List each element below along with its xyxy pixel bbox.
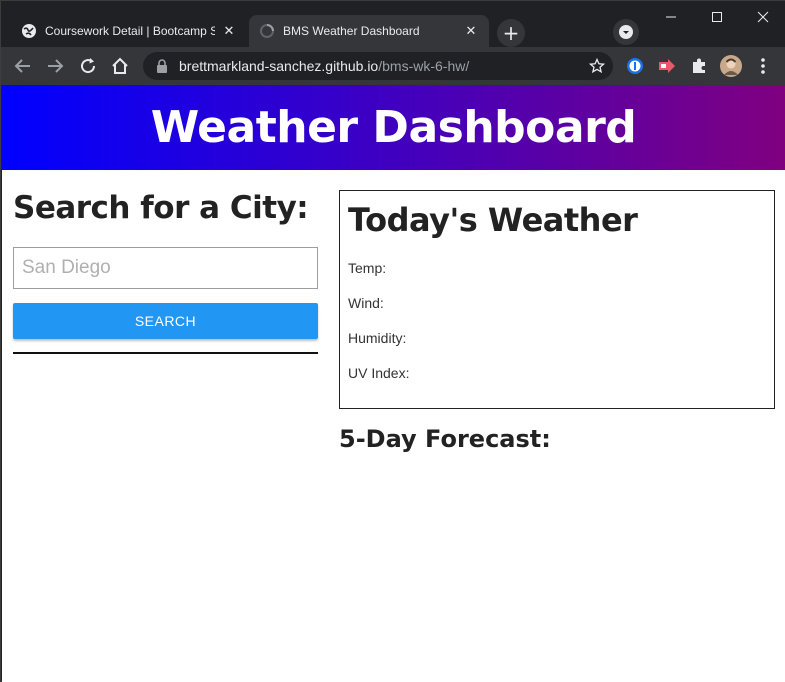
arrow-right-icon [48,59,64,73]
loading-icon [259,23,275,39]
url-text: brettmarkland-sanchez.github.io/bms-wk-6… [179,58,469,74]
url-host: brettmarkland-sanchez.github.io [179,58,379,74]
window-close-button[interactable] [740,1,785,33]
todays-weather-heading: Today's Weather [348,201,638,239]
back-button[interactable] [11,54,35,78]
close-icon[interactable]: ✕ [463,23,479,39]
reload-button[interactable] [76,54,100,78]
forecast-heading: 5-Day Forecast: [339,425,551,453]
chevron-down-icon [619,25,633,39]
lock-icon [155,59,169,73]
puzzle-icon [693,58,705,73]
browser-menu-button[interactable] [751,54,775,78]
maximize-button[interactable] [694,1,740,33]
more-vertical-icon [761,58,765,74]
close-icon[interactable]: ✕ [221,23,237,39]
search-history-divider [13,352,318,354]
profile-avatar[interactable] [719,54,743,78]
onepassword-icon [627,58,643,74]
wind-label: Wind: [348,295,384,311]
city-search-input[interactable] [13,247,318,289]
home-button[interactable] [108,54,132,78]
tab-weather-dashboard[interactable]: BMS Weather Dashboard ✕ [249,15,489,47]
extension-button[interactable] [655,54,679,78]
avatar-icon [720,55,742,77]
reload-icon [81,58,96,74]
search-heading: Search for a City: [13,190,309,226]
minimize-button[interactable] [648,1,694,33]
url-path: /bms-wk-6-hw/ [378,58,470,74]
browser-window: Coursework Detail | Bootcamp Sp ✕ BMS We… [0,0,785,682]
bookmark-star-icon[interactable] [588,57,606,74]
tab-coursework[interactable]: Coursework Detail | Bootcamp Sp ✕ [11,15,247,47]
tab-title: Coursework Detail | Bootcamp Sp [45,24,215,38]
page-viewport: Weather Dashboard Search for a City: SEA… [2,85,785,682]
password-manager-extension[interactable] [623,54,647,78]
page-title: Weather Dashboard [150,102,637,153]
extension-arrow-icon [659,59,675,73]
address-bar[interactable]: brettmarkland-sanchez.github.io/bms-wk-6… [143,52,613,80]
extensions-menu-button[interactable] [687,54,711,78]
tab-search-button[interactable] [613,19,639,45]
tab-title: BMS Weather Dashboard [283,24,420,38]
tab-strip: Coursework Detail | Bootcamp Sp ✕ BMS We… [1,1,785,47]
search-panel: Search for a City: SEARCH [13,190,318,354]
temp-label: Temp: [348,260,387,276]
browser-toolbar: brettmarkland-sanchez.github.io/bms-wk-6… [1,47,785,85]
search-button[interactable]: SEARCH [13,303,318,339]
arrow-left-icon [14,59,30,73]
forward-button[interactable] [43,54,67,78]
humidity-label: Humidity: [348,330,407,346]
home-icon [112,57,128,74]
page-header: Weather Dashboard [2,85,785,170]
uv-index-label: UV Index: [348,365,410,381]
todays-weather-card: Today's Weather Temp: Wind: Humidity: UV… [339,190,775,409]
new-tab-button[interactable]: + [497,19,525,47]
globe-icon [21,23,37,39]
